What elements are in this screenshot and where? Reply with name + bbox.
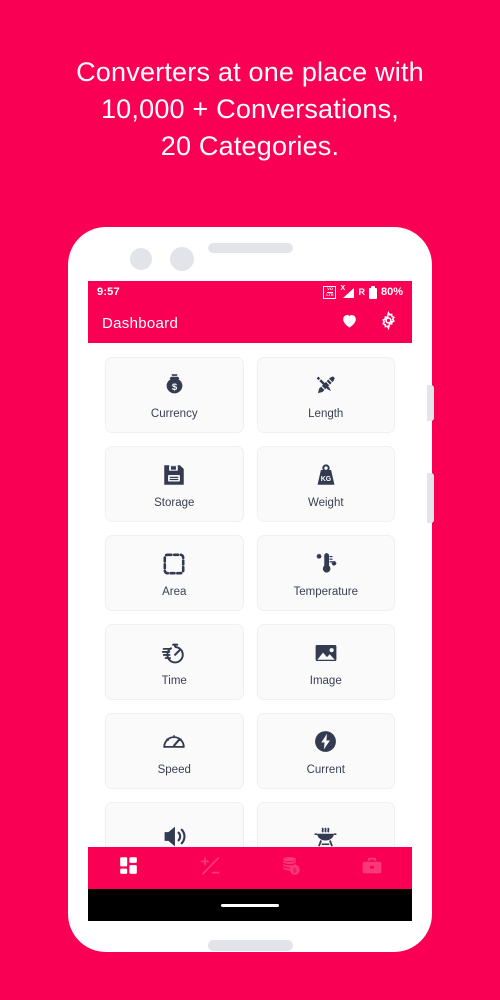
grid-squares-icon xyxy=(118,855,139,881)
tile-label: Storage xyxy=(154,496,195,509)
tile-current[interactable]: Current xyxy=(256,713,395,789)
battery-percent: 80% xyxy=(380,286,403,298)
bottom-navigation: $ xyxy=(88,847,412,889)
promo-line-3: 20 Categories. xyxy=(160,131,340,161)
tile-label: Time xyxy=(161,674,187,687)
tile-label: Image xyxy=(309,674,342,687)
tile-label: Current xyxy=(306,763,345,776)
tile-storage[interactable]: Storage xyxy=(105,446,244,522)
briefcase-icon xyxy=(361,855,383,882)
signal-x-label: X xyxy=(340,284,346,292)
svg-text:$: $ xyxy=(293,867,297,874)
nav-item-tools[interactable] xyxy=(331,855,412,882)
heart-icon[interactable] xyxy=(340,311,359,335)
sensor-dot-icon xyxy=(170,247,194,271)
promo-line-2: 10,000 + Conversations, xyxy=(100,94,400,124)
stopwatch-icon xyxy=(161,638,187,668)
tile-image[interactable]: Image xyxy=(256,624,395,700)
signal-bars-icon: X xyxy=(340,284,355,299)
tile-label: Area xyxy=(162,585,187,598)
app-bar-actions xyxy=(340,310,398,335)
page-title: Dashboard xyxy=(102,314,179,332)
status-indicators: VO LTE X R 80% xyxy=(323,284,403,299)
status-bar: 9:57 VO LTE X R 80% xyxy=(88,281,412,303)
tile-weight[interactable]: KG Weight xyxy=(256,446,395,522)
speedometer-icon xyxy=(161,727,187,757)
tile-length[interactable]: Length xyxy=(256,357,395,433)
nav-item-dashboard[interactable] xyxy=(88,855,169,881)
floppy-disk-icon xyxy=(161,460,187,490)
lightning-bolt-icon xyxy=(313,727,338,757)
thermometer-icon xyxy=(313,549,339,579)
tile-currency[interactable]: $ Currency xyxy=(105,357,244,433)
nav-item-calculator[interactable] xyxy=(169,854,250,883)
gear-icon[interactable] xyxy=(379,310,398,335)
volume-rocker-button[interactable] xyxy=(427,385,434,421)
power-button[interactable] xyxy=(427,473,434,523)
battery-body xyxy=(368,287,377,299)
promo-line-1: Converters at one place with xyxy=(76,57,424,87)
volte-icon: VO LTE xyxy=(323,285,337,299)
tile-area[interactable]: Area xyxy=(105,535,244,611)
phone-screen: 9:57 VO LTE X R 80% Dashboard $ Currency… xyxy=(88,281,412,921)
tile-label: Temperature xyxy=(293,585,359,598)
volte-label-bottom: LTE xyxy=(326,291,334,297)
battery-icon xyxy=(368,285,377,299)
tile-label: Speed xyxy=(157,763,191,776)
ruler-pencil-icon xyxy=(312,371,339,401)
svg-text:$: $ xyxy=(172,382,178,393)
money-bag-icon: $ xyxy=(161,371,188,401)
promo-headline: Converters at one place with 10,000 + Co… xyxy=(0,54,500,165)
app-bar: Dashboard xyxy=(88,303,412,343)
bottom-speaker-icon xyxy=(208,940,293,951)
system-navigation-bar xyxy=(88,889,412,921)
kg-weight-icon: KG xyxy=(313,460,339,490)
front-camera-icon xyxy=(130,248,152,270)
nav-item-finance[interactable]: $ xyxy=(250,855,331,882)
earpiece-speaker-icon xyxy=(208,243,293,253)
converter-grid: $ Currency Length Storage KG Weight Area… xyxy=(88,343,412,878)
tile-label: Weight xyxy=(307,496,344,509)
dashed-square-icon xyxy=(161,549,187,579)
tile-label: Length xyxy=(308,407,344,420)
home-gesture-pill[interactable] xyxy=(221,903,279,907)
plus-minus-icon xyxy=(198,854,222,883)
coins-stack-icon: $ xyxy=(280,855,302,882)
tile-temperature[interactable]: Temperature xyxy=(256,535,395,611)
roaming-indicator: R xyxy=(358,287,365,297)
dashboard-scroll-area[interactable]: $ Currency Length Storage KG Weight Area… xyxy=(88,343,412,883)
svg-text:KG: KG xyxy=(321,475,331,482)
picture-icon xyxy=(313,638,339,668)
tile-time[interactable]: Time xyxy=(105,624,244,700)
tile-speed[interactable]: Speed xyxy=(105,713,244,789)
tile-label: Currency xyxy=(150,407,198,420)
status-clock: 9:57 xyxy=(97,286,120,298)
